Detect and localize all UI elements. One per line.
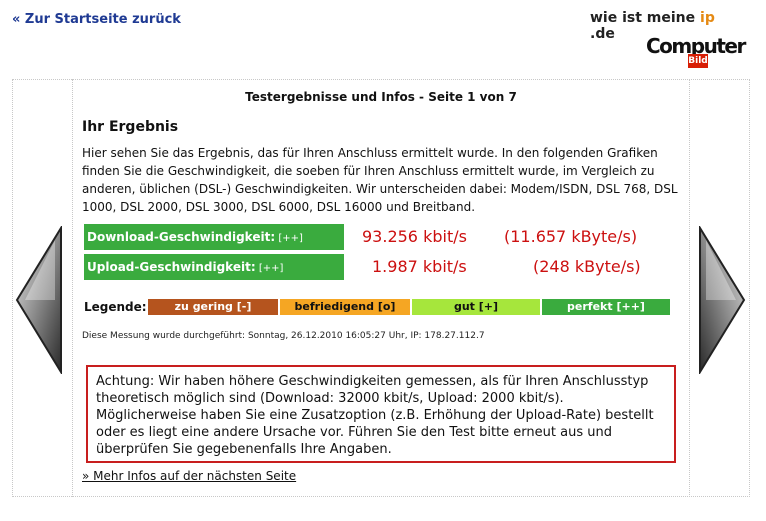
result-heading: Ihr Ergebnis xyxy=(82,119,179,135)
page-title: Testergebnisse und Infos - Seite 1 von 7 xyxy=(245,90,517,104)
legend-label: Legende: xyxy=(84,300,147,314)
back-to-homepage-link[interactable]: « Zur Startseite zurück xyxy=(12,12,181,27)
previous-page-arrow-icon[interactable] xyxy=(15,226,63,374)
logo-bild: Bild xyxy=(688,54,708,68)
legend-item-satisfactory: befriedigend [o] xyxy=(280,299,410,315)
logo[interactable]: wie ist meine ip .de Computer Bild xyxy=(590,10,746,70)
download-label: Download-Geschwindigkeit: [++] xyxy=(84,224,344,250)
download-kbit-value: 93.256 kbit/s xyxy=(362,227,467,246)
legend-item-too-low: zu gering [-] xyxy=(148,299,278,315)
more-info-next-page-link[interactable]: » Mehr Infos auf der nächsten Seite xyxy=(82,469,296,483)
upload-label: Upload-Geschwindigkeit: [++] xyxy=(84,254,344,280)
legend-item-perfect: perfekt [++] xyxy=(542,299,670,315)
measurement-timestamp: Diese Messung wurde durchgeführt: Sonnta… xyxy=(82,331,485,341)
download-kbyte-value: (11.657 kByte/s) xyxy=(504,227,638,246)
upload-kbyte-value: (248 kByte/s) xyxy=(533,257,641,276)
warning-box: Achtung: Wir haben höhere Geschwindigkei… xyxy=(86,365,676,463)
next-page-arrow-icon[interactable] xyxy=(698,226,746,374)
legend-item-good: gut [+] xyxy=(412,299,540,315)
intro-text: Hier sehen Sie das Ergebnis, das für Ihr… xyxy=(82,146,678,214)
upload-kbit-value: 1.987 kbit/s xyxy=(372,257,467,276)
